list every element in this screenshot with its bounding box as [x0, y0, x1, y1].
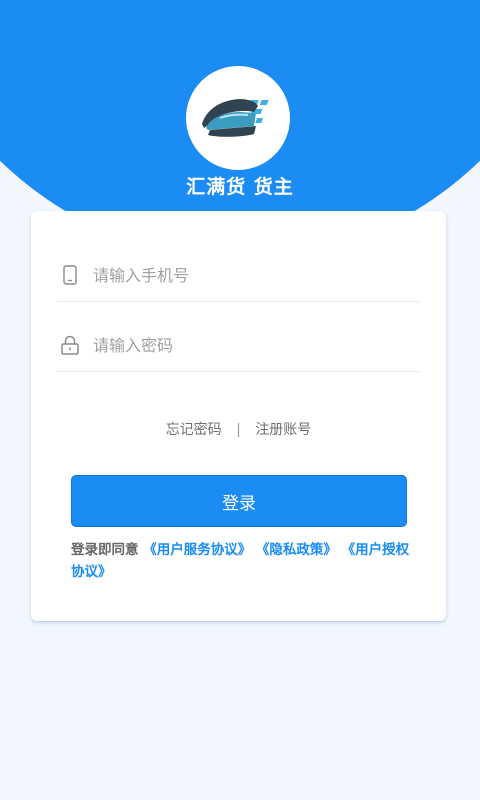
login-page: 汇满货 货主 忘记密码 | 注册账号	[0, 0, 480, 800]
car-logo-icon	[202, 99, 269, 137]
password-field	[57, 319, 419, 372]
lock-icon	[59, 334, 81, 356]
privacy-policy-link[interactable]: 《隐私政策》	[256, 542, 337, 558]
app-logo	[186, 66, 290, 170]
phone-icon	[59, 264, 81, 286]
agreement-prefix: 登录即同意	[71, 542, 139, 558]
agreement-text: 登录即同意 《用户服务协议》 《隐私政策》 《用户授权协议》	[71, 539, 416, 583]
password-input[interactable]	[93, 335, 393, 355]
link-separator: |	[236, 422, 241, 438]
forgot-password-link[interactable]: 忘记密码	[166, 419, 222, 439]
app-title: 汇满货 货主	[186, 176, 294, 198]
login-card: 忘记密码 | 注册账号 登录 登录即同意 《用户服务协议》 《隐私政策》 《用户…	[31, 211, 446, 621]
phone-input[interactable]	[93, 265, 393, 285]
phone-field	[57, 249, 419, 302]
account-links: 忘记密码 | 注册账号	[31, 419, 446, 439]
register-link[interactable]: 注册账号	[255, 419, 311, 439]
login-button[interactable]: 登录	[71, 475, 407, 527]
user-service-agreement-link[interactable]: 《用户服务协议》	[143, 542, 251, 558]
